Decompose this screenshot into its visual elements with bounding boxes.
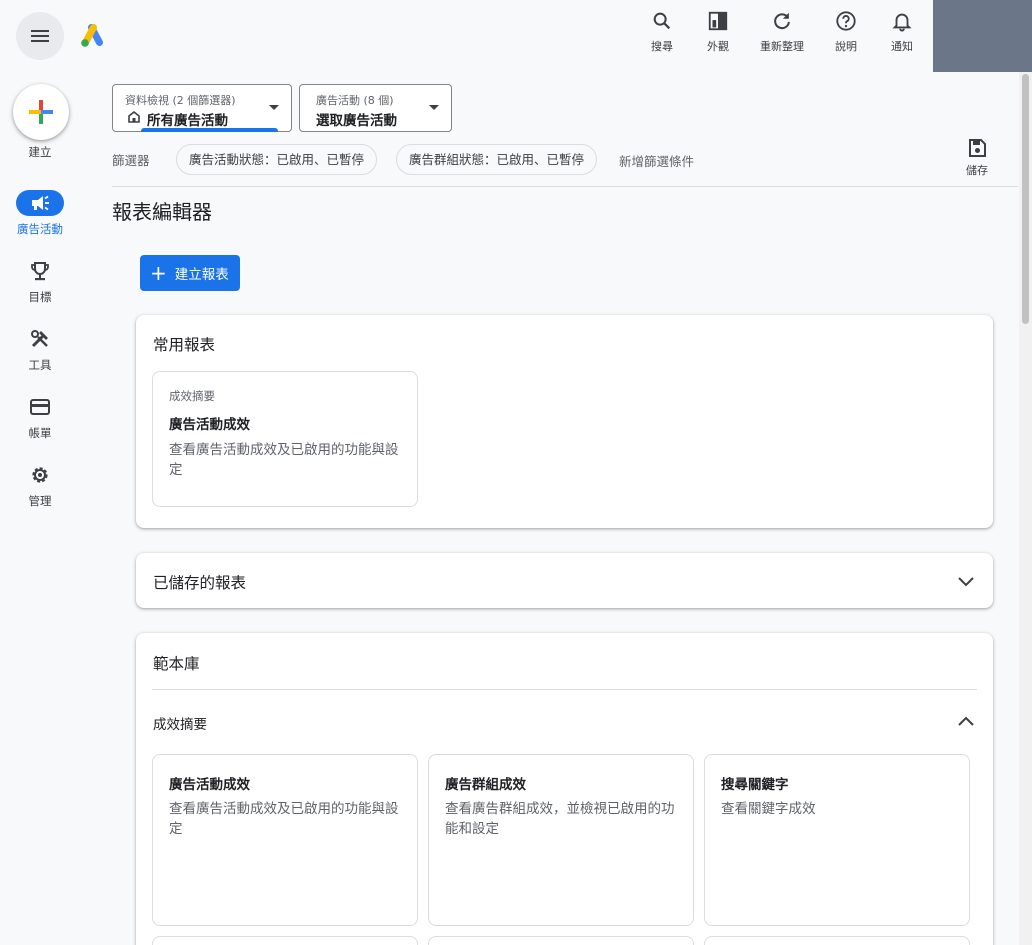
campaign-caption: 廣告活動 (8 個) — [316, 94, 394, 107]
template-description: 查看廣告活動成效及已啟用的功能與設定 — [169, 801, 399, 837]
filters-divider — [112, 186, 1018, 187]
filter-chip-adgroup-status[interactable]: 廣告群組狀態：已啟用、已暫停 — [396, 144, 598, 175]
report-name: 廣告活動成效 — [169, 417, 250, 433]
template-tile-campaign-performance[interactable]: 廣告活動成效 查看廣告活動成效及已啟用的功能與設定 — [152, 754, 418, 926]
template-tile-next-row[interactable] — [704, 936, 970, 945]
caret-down-icon — [269, 105, 279, 110]
search-label: 搜尋 — [651, 40, 673, 53]
appearance-label: 外觀 — [707, 40, 729, 53]
bell-icon — [892, 13, 912, 32]
credit-card-icon — [30, 399, 50, 415]
colorful-plus-icon — [29, 100, 53, 124]
template-tile-next-row[interactable] — [152, 936, 418, 945]
refresh-action[interactable]: 重新整理 — [748, 8, 816, 58]
template-description: 查看廣告群組成效，並檢視已啟用的功能和設定 — [445, 801, 675, 837]
refresh-icon — [774, 12, 790, 30]
top-actions: 搜尋 外觀 重新整理 說明 通知 — [636, 8, 932, 58]
data-view-selector[interactable]: 資料檢視 (2 個篩選器) 所有廣告活動 — [112, 84, 292, 132]
saved-reports-title: 已儲存的報表 — [153, 574, 247, 592]
template-tile-next-row[interactable] — [428, 936, 694, 945]
data-view-value: 所有廣告活動 — [147, 113, 228, 129]
plus-icon: + — [150, 261, 167, 285]
data-view-caption: 資料檢視 (2 個篩選器) — [125, 94, 236, 107]
template-description: 查看關鍵字成效 — [721, 801, 816, 817]
rail-item-campaigns[interactable]: 廣告活動 — [0, 190, 80, 237]
saved-reports-card[interactable]: 已儲存的報表 — [136, 553, 993, 608]
common-reports-card: 常用報表 成效摘要 廣告活動成效 查看廣告活動成效及已啟用的功能與設定 — [136, 315, 993, 528]
campaign-selector[interactable]: 廣告活動 (8 個) 選取廣告活動 — [299, 84, 452, 132]
template-name: 廣告活動成效 — [169, 777, 250, 793]
notifications-label: 通知 — [891, 40, 913, 53]
chevron-down-icon[interactable] — [954, 569, 978, 593]
common-reports-title: 常用報表 — [153, 336, 216, 354]
rail-item-label: 工具 — [28, 358, 52, 372]
tools-icon — [31, 330, 48, 348]
create-report-button[interactable]: + 建立報表 — [140, 255, 240, 291]
template-name: 搜尋關鍵字 — [721, 777, 789, 793]
rail-item-tools[interactable]: 工具 — [0, 326, 80, 373]
rail-item-billing[interactable]: 帳單 — [0, 394, 80, 441]
rail-item-label: 管理 — [28, 494, 52, 508]
appearance-action[interactable]: 外觀 — [692, 8, 744, 58]
template-library-title: 範本庫 — [153, 655, 200, 673]
save-label: 儲存 — [966, 164, 988, 177]
search-action[interactable]: 搜尋 — [636, 8, 688, 58]
scrollbar-thumb[interactable] — [1022, 74, 1029, 324]
template-name: 廣告群組成效 — [445, 777, 526, 793]
template-library-card: 範本庫 成效摘要 廣告活動成效 查看廣告活動成效及已啟用的功能與設定 廣告群組成… — [136, 633, 993, 945]
trophy-icon — [31, 262, 49, 281]
hamburger-icon — [31, 30, 49, 42]
main-menu-button[interactable] — [16, 12, 64, 60]
template-tile-adgroup-performance[interactable]: 廣告群組成效 查看廣告群組成效，並檢視已啟用的功能和設定 — [428, 754, 694, 926]
save-icon — [969, 139, 986, 157]
gear-icon — [32, 467, 48, 483]
help-action[interactable]: 說明 — [820, 8, 872, 58]
create-report-label: 建立報表 — [174, 267, 229, 283]
rail-item-admin[interactable]: 管理 — [0, 462, 80, 509]
template-tile-search-keywords[interactable]: 搜尋關鍵字 查看關鍵字成效 — [704, 754, 970, 926]
active-indicator — [141, 128, 278, 132]
search-icon — [653, 12, 671, 30]
rail-item-label: 廣告活動 — [17, 222, 63, 236]
create-button[interactable] — [13, 84, 69, 140]
megaphone-icon — [32, 195, 49, 211]
create-label: 建立 — [28, 145, 52, 159]
report-description: 查看廣告活動成效及已啟用的功能與設定 — [169, 442, 399, 478]
rail-item-goals[interactable]: 目標 — [0, 258, 80, 305]
home-icon — [128, 110, 140, 123]
caret-down-icon — [429, 105, 439, 110]
filters-label: 篩選器 — [112, 153, 150, 168]
report-tile-campaign-performance[interactable]: 成效摘要 廣告活動成效 查看廣告活動成效及已啟用的功能與設定 — [152, 371, 418, 507]
performance-summary-section-title: 成效摘要 — [153, 717, 207, 733]
save-view-button[interactable]: 儲存 — [956, 138, 998, 178]
help-label: 說明 — [835, 40, 857, 53]
appearance-icon — [708, 11, 728, 31]
add-filter-link[interactable]: 新增篩選條件 — [619, 151, 694, 170]
campaign-value: 選取廣告活動 — [316, 113, 397, 129]
google-ads-logo[interactable] — [80, 24, 106, 48]
rail-item-label: 目標 — [28, 290, 52, 304]
help-icon — [836, 11, 856, 31]
rail-item-label: 帳單 — [28, 426, 52, 440]
filter-chip-campaign-status[interactable]: 廣告活動狀態：已啟用、已暫停 — [176, 144, 378, 175]
account-avatar-area[interactable] — [933, 0, 1032, 72]
chevron-up-icon[interactable] — [954, 710, 978, 734]
page-title: 報表編輯器 — [112, 200, 212, 224]
report-kicker: 成效摘要 — [169, 389, 215, 403]
refresh-label: 重新整理 — [760, 40, 804, 53]
section-divider — [152, 689, 977, 690]
notifications-action[interactable]: 通知 — [876, 8, 928, 58]
